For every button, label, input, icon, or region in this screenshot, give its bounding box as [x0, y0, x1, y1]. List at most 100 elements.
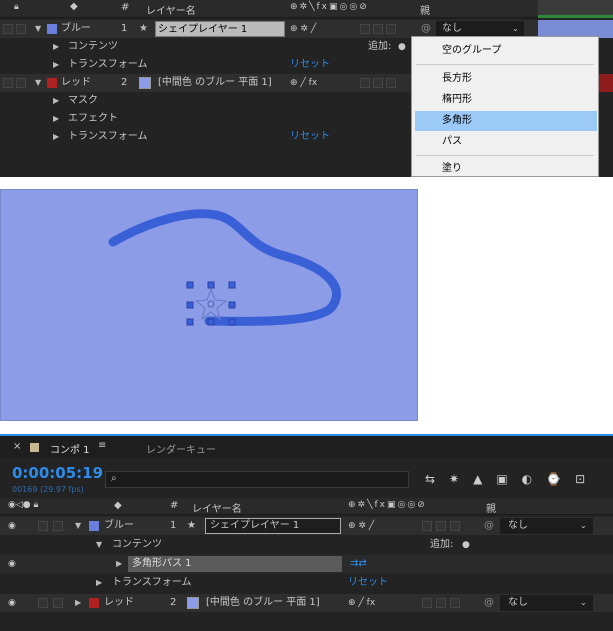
add-menu-icon[interactable]: ●: [462, 536, 470, 554]
expand-arrow[interactable]: ▼: [35, 20, 41, 38]
menu-item-path[interactable]: パス: [412, 132, 598, 152]
menu-item-rectangle[interactable]: 長方形: [412, 69, 598, 89]
col-layer-name[interactable]: レイヤー名: [146, 2, 196, 17]
solid-swatch: [139, 77, 151, 89]
switches-icons: ⊕✲╲fx▣◎◎⊘: [348, 500, 427, 510]
switch-box: [360, 78, 370, 88]
label-swatch-red[interactable]: [89, 598, 99, 608]
expand-arrow[interactable]: ▶: [53, 38, 59, 56]
lock-toggle[interactable]: [53, 521, 63, 531]
tab-render-queue[interactable]: レンダーキュー: [146, 441, 216, 456]
expand-arrow[interactable]: ▼: [35, 74, 41, 92]
mask-row[interactable]: ▶ マスク: [0, 92, 410, 110]
menu-separator: [416, 64, 594, 65]
tab-comp-1[interactable]: コンポ 1: [50, 441, 90, 456]
switch-box: [422, 598, 432, 608]
polygon-path-row[interactable]: ◉ ▶ 多角形パス 1 ⇉⇄: [0, 555, 613, 573]
visibility-icons: ◉◁● 🔒︎: [8, 500, 39, 510]
label-swatch-blue[interactable]: [89, 521, 99, 531]
layer-label: ブルー: [61, 23, 91, 34]
add-label[interactable]: 追加:: [430, 536, 453, 554]
parent-select[interactable]: なし: [436, 21, 524, 37]
eye-icon[interactable]: ◉: [8, 555, 16, 573]
pickwhip-icon[interactable]: @: [484, 594, 494, 612]
switches[interactable]: ⊕ ✲ ╱: [348, 517, 374, 535]
path-mode-icons[interactable]: ⇉⇄: [350, 555, 367, 573]
effect-row[interactable]: ▶ エフェクト: [0, 110, 410, 128]
col-parent: 親: [486, 504, 496, 515]
eye-icon[interactable]: ◉: [8, 517, 16, 535]
menu-item-empty-group[interactable]: 空のグループ: [412, 41, 598, 61]
layer-row-red[interactable]: ◉ ▶ レッド 2 [中間色 のブルー 平面 1] ⊕ ╱ fx @ なし ⌄: [0, 594, 613, 612]
transform-row[interactable]: ▶ トランスフォーム リセット: [0, 574, 613, 592]
expand-arrow[interactable]: ▼: [75, 517, 81, 535]
transform-label: トランスフォーム: [112, 577, 192, 588]
menu-item-ellipse[interactable]: 楕円形: [412, 90, 598, 110]
col-layer-name[interactable]: レイヤー名: [192, 500, 242, 515]
solid-swatch: [187, 597, 199, 609]
current-time[interactable]: 0:00:05:19: [12, 464, 103, 482]
reset-link[interactable]: リセット: [348, 574, 388, 592]
layer-name-field[interactable]: シェイプレイヤー 1: [155, 21, 285, 37]
menu-item-polygon[interactable]: 多角形: [415, 111, 597, 131]
layer-label: ブルー: [104, 520, 134, 531]
contents-row[interactable]: ▶ コンテンツ 追加: ●: [0, 38, 410, 56]
add-label[interactable]: 追加:: [368, 38, 391, 56]
chevron-down-icon[interactable]: ⌄: [580, 517, 587, 535]
contents-row[interactable]: ▼ コンテンツ 追加: ●: [0, 536, 613, 554]
search-input[interactable]: ⌕: [105, 471, 409, 488]
layer-number: 1: [121, 23, 128, 34]
panel-menu-icon[interactable]: ≡: [98, 440, 106, 451]
layer-name-field[interactable]: シェイプレイヤー 1: [205, 518, 341, 534]
menu-item-fill[interactable]: 塗り: [412, 159, 598, 179]
switches[interactable]: ⊕ ✲ ╱: [290, 20, 316, 38]
layer-name[interactable]: [中間色 のブルー 平面 1]: [158, 74, 272, 92]
reset-link[interactable]: リセット: [290, 128, 330, 146]
timeline-ruler: [538, 0, 613, 18]
composition-canvas[interactable]: [0, 189, 418, 421]
label-swatch-red[interactable]: [47, 78, 57, 88]
switch-box: [373, 78, 383, 88]
reset-link[interactable]: リセット: [290, 56, 330, 74]
solo-toggle[interactable]: [38, 521, 48, 531]
expand-arrow[interactable]: ▶: [53, 56, 59, 74]
lock-icon: 🔒︎: [14, 2, 19, 12]
solo-toggle[interactable]: [3, 78, 13, 88]
add-menu-icon[interactable]: ●: [398, 38, 406, 56]
switches[interactable]: ⊕ ╱ fx: [348, 594, 375, 612]
close-tab-button[interactable]: ×: [13, 441, 21, 452]
star-icon: ★: [187, 520, 196, 531]
add-dropdown-menu: 空のグループ 長方形 楕円形 多角形 パス 塗り: [411, 36, 599, 177]
chevron-down-icon[interactable]: ⌄: [580, 594, 587, 612]
transform-label: トランスフォーム: [68, 131, 148, 142]
pickwhip-icon[interactable]: @: [484, 517, 494, 535]
solo-toggle[interactable]: [3, 24, 13, 34]
switch-box: [450, 521, 460, 531]
eye-icon[interactable]: ◉: [8, 594, 16, 612]
transform-row[interactable]: ▶ トランスフォーム リセット: [0, 56, 410, 74]
switches[interactable]: ⊕ ╱ fx: [290, 74, 317, 92]
label-icon: ◆: [70, 1, 78, 12]
expand-arrow[interactable]: ▶: [53, 110, 59, 128]
tab-bar: × コンポ 1 ≡ レンダーキュー: [0, 434, 613, 458]
col-num: #: [121, 2, 130, 13]
label-swatch-blue[interactable]: [47, 24, 57, 34]
lock-toggle[interactable]: [16, 78, 26, 88]
layer-row-blue[interactable]: ◉ ▼ ブルー 1 ★ シェイプレイヤー 1 ⊕ ✲ ╱ @ なし ⌄: [0, 517, 613, 535]
polygon-path-label[interactable]: 多角形パス 1: [128, 556, 342, 572]
shape-layer-graphic: [108, 209, 341, 326]
col-parent: 親: [420, 6, 430, 17]
contents-label: コンテンツ: [68, 41, 118, 52]
expand-arrow[interactable]: ▶: [53, 128, 59, 146]
solo-toggle[interactable]: [38, 598, 48, 608]
expand-arrow[interactable]: ▼: [96, 536, 102, 554]
toolbar-icons[interactable]: ⇆✷▲▣◐⌚⊡: [425, 472, 599, 486]
layer-name[interactable]: [中間色 のブルー 平面 1]: [206, 594, 320, 612]
lock-toggle[interactable]: [53, 598, 63, 608]
expand-arrow[interactable]: ▶: [53, 92, 59, 110]
lock-toggle[interactable]: [16, 24, 26, 34]
expand-arrow[interactable]: ▶: [75, 594, 81, 612]
expand-arrow[interactable]: ▶: [96, 574, 102, 592]
expand-arrow[interactable]: ▶: [116, 555, 122, 573]
transform-row-2[interactable]: ▶ トランスフォーム リセット: [0, 128, 410, 146]
